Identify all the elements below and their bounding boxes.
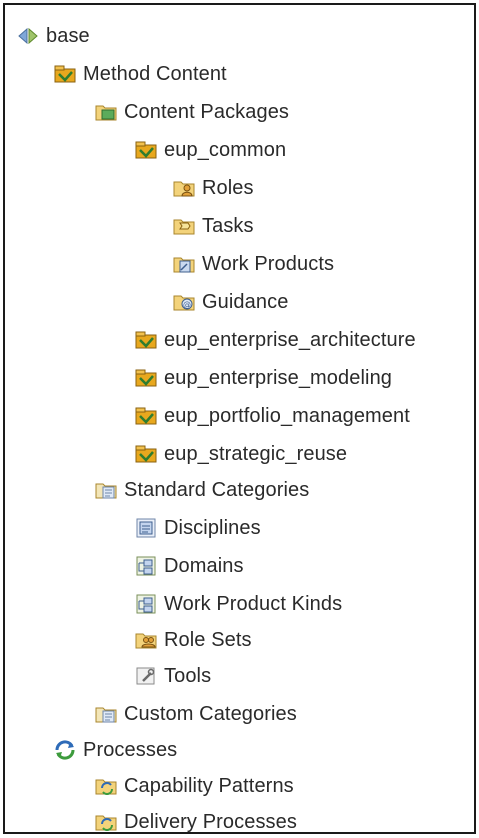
tree-item-tools[interactable]: Tools [134, 660, 211, 692]
custom-categories-folder-icon [94, 702, 118, 726]
tree-item-label: Delivery Processes [124, 810, 297, 833]
roles-folder-icon [172, 176, 196, 200]
tree-item-eup-strategic-reuse[interactable]: eup_strategic_reuse [134, 438, 347, 470]
tree-item-label: Tasks [202, 214, 254, 237]
tree-item-eup-portfolio-management[interactable]: eup_portfolio_management [134, 400, 410, 432]
tree-item-domains[interactable]: Domains [134, 550, 244, 582]
delivery-processes-folder-icon [94, 810, 118, 834]
tree-item-processes[interactable]: Processes [53, 734, 177, 766]
tree-item-capability-patterns[interactable]: Capability Patterns [94, 770, 294, 802]
tree-item-standard-categories[interactable]: Standard Categories [94, 474, 309, 506]
tree-item-label: Guidance [202, 290, 289, 313]
content-package-icon [134, 366, 158, 390]
tree-item-label: eup_common [164, 138, 287, 161]
tree-item-label: base [46, 24, 90, 47]
work-products-folder-icon [172, 252, 196, 276]
tasks-folder-icon [172, 214, 196, 238]
tree-item-role-sets[interactable]: Role Sets [134, 624, 252, 656]
tree-item-label: Processes [83, 738, 178, 761]
role-sets-folder-icon [134, 628, 158, 652]
tree-item-label: Role Sets [164, 628, 252, 651]
tree-item-disciplines[interactable]: Disciplines [134, 512, 261, 544]
processes-icon [53, 738, 77, 762]
tools-folder-icon [134, 664, 158, 688]
tree-item-label: Standard Categories [124, 478, 310, 501]
tree-item-label: Disciplines [164, 516, 261, 539]
tree-item-label: Tools [164, 664, 212, 687]
standard-categories-folder-icon [94, 478, 118, 502]
tree-item-label: eup_portfolio_management [164, 404, 410, 427]
tree-item-eup-enterprise-architecture[interactable]: eup_enterprise_architecture [134, 324, 416, 356]
library-icon [16, 24, 40, 48]
tree-item-delivery-processes[interactable]: Delivery Processes [94, 806, 297, 838]
tree-item-method-content[interactable]: Method Content [53, 58, 227, 90]
tree-item-label: Content Packages [124, 100, 290, 123]
tree-item-base[interactable]: base [16, 20, 90, 52]
guidance-folder-icon: @ [172, 290, 196, 314]
tree-item-custom-categories[interactable]: Custom Categories [94, 698, 297, 730]
capability-patterns-folder-icon [94, 774, 118, 798]
tree-item-content-packages[interactable]: Content Packages [94, 96, 289, 128]
disciplines-folder-icon [134, 516, 158, 540]
tree-item-label: eup_enterprise_modeling [164, 366, 393, 389]
content-packages-folder-icon [94, 100, 118, 124]
tree-item-label: Domains [164, 554, 244, 577]
tree-item-label: Custom Categories [124, 702, 297, 725]
content-package-icon [134, 404, 158, 428]
tree-item-label: Method Content [83, 62, 227, 85]
content-package-icon [134, 138, 158, 162]
library-tree-panel: base Method Content Content Packages eup… [3, 3, 476, 834]
method-plugin-icon [53, 62, 77, 86]
svg-text:@: @ [183, 300, 191, 309]
domains-folder-icon [134, 554, 158, 578]
tree-item-label: Capability Patterns [124, 774, 294, 797]
tree-item-tasks[interactable]: Tasks [172, 210, 254, 242]
tree-item-work-products[interactable]: Work Products [172, 248, 334, 280]
tree-item-guidance[interactable]: @ Guidance [172, 286, 288, 318]
tree-item-roles[interactable]: Roles [172, 172, 254, 204]
tree-item-label: eup_strategic_reuse [164, 442, 348, 465]
tree-item-label: Work Products [202, 252, 335, 275]
content-package-icon [134, 442, 158, 466]
work-product-kinds-folder-icon [134, 592, 158, 616]
tree-item-eup-enterprise-modeling[interactable]: eup_enterprise_modeling [134, 362, 392, 394]
tree-item-work-product-kinds[interactable]: Work Product Kinds [134, 588, 342, 620]
tree-item-eup-common[interactable]: eup_common [134, 134, 286, 166]
content-package-icon [134, 328, 158, 352]
tree-item-label: Roles [202, 176, 254, 199]
tree-item-label: Work Product Kinds [164, 592, 343, 615]
tree-item-label: eup_enterprise_architecture [164, 328, 416, 351]
